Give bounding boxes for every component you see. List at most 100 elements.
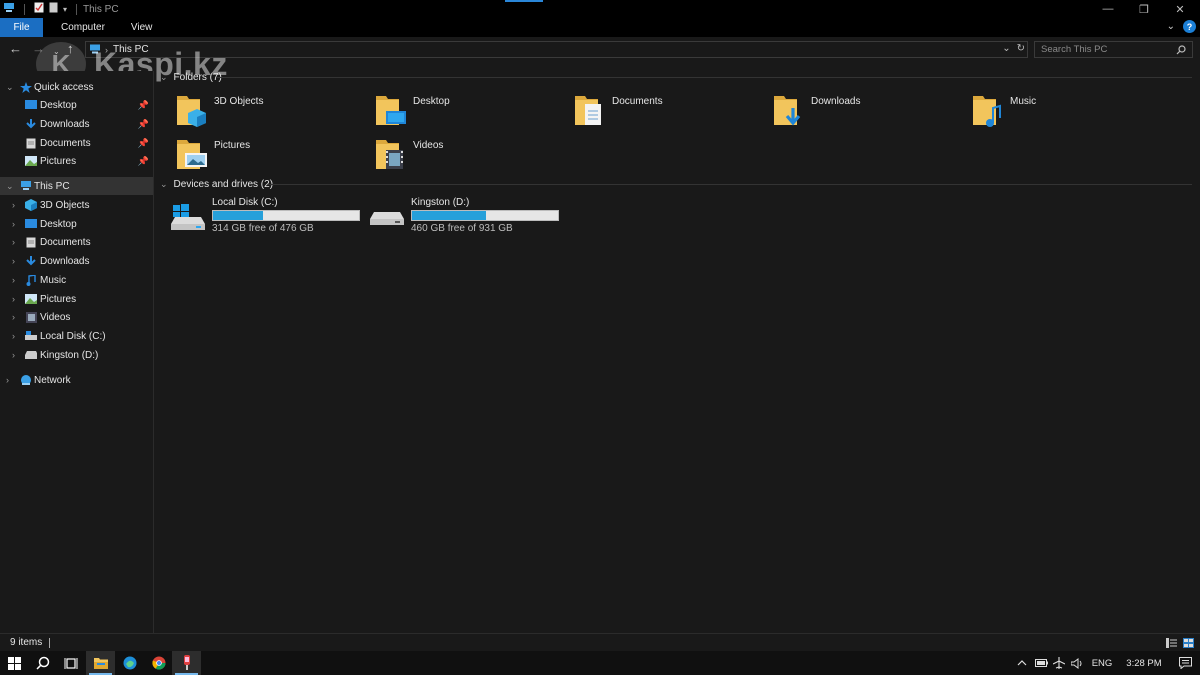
nav-videos[interactable]: › Videos bbox=[0, 308, 153, 326]
ribbon-tabs: File Computer View ⌄ ? bbox=[0, 18, 1200, 37]
edge-icon bbox=[123, 656, 136, 670]
nav-network[interactable]: › Network bbox=[0, 371, 153, 389]
desktop-icon bbox=[25, 219, 37, 230]
search-button[interactable] bbox=[28, 651, 57, 675]
folder-pictures[interactable]: Pictures bbox=[176, 138, 366, 178]
battery-icon[interactable] bbox=[1032, 659, 1050, 667]
pin-icon[interactable]: 📌 bbox=[138, 100, 149, 111]
downloads-folder-icon bbox=[774, 96, 801, 126]
3d-objects-folder-icon bbox=[177, 96, 206, 127]
task-view-button[interactable] bbox=[56, 651, 85, 675]
new-folder-icon[interactable] bbox=[49, 2, 58, 16]
nav-3d-objects[interactable]: › 3D Objects bbox=[0, 196, 153, 214]
nav-kingston-d[interactable]: › Kingston (D:) bbox=[0, 346, 153, 364]
folder-videos[interactable]: Videos bbox=[375, 138, 565, 178]
clock[interactable]: 3:28 PM bbox=[1118, 658, 1170, 669]
nav-documents[interactable]: › Documents bbox=[0, 233, 153, 251]
chevron-down-icon[interactable]: ⌄ bbox=[6, 82, 14, 93]
back-arrow-icon[interactable]: ← bbox=[9, 42, 22, 56]
search-box[interactable] bbox=[1034, 41, 1193, 58]
forward-arrow-icon[interactable]: → bbox=[32, 42, 45, 56]
airplane-mode-icon[interactable] bbox=[1050, 657, 1068, 669]
chevron-right-icon[interactable]: › bbox=[12, 275, 15, 285]
folder-documents[interactable]: Documents bbox=[574, 94, 764, 134]
file-explorer-window: ▾ This PC — ❐ ✕ File Computer View ⌄ ? ←… bbox=[0, 0, 1200, 651]
system-drive-icon bbox=[25, 331, 37, 342]
chevron-down-icon[interactable]: ⌄ bbox=[160, 72, 168, 83]
nav-quick-desktop[interactable]: Desktop 📌 bbox=[0, 96, 153, 114]
nav-quick-access[interactable]: ⌄ Quick access bbox=[0, 78, 153, 96]
drive-local-disk-c[interactable]: Local Disk (C:) 314 GB free of 476 GB bbox=[170, 197, 365, 237]
taskbar-chrome[interactable] bbox=[144, 651, 173, 675]
notifications-icon[interactable] bbox=[1170, 657, 1200, 669]
drives-group-header[interactable]: ⌄ Devices and drives (2) bbox=[160, 177, 273, 191]
chevron-right-icon[interactable]: › bbox=[12, 294, 15, 304]
nav-quick-documents[interactable]: Documents 📌 bbox=[0, 134, 153, 152]
running-app-icon bbox=[183, 655, 190, 670]
maximize-button[interactable]: ❐ bbox=[1126, 0, 1162, 18]
nav-desktop[interactable]: › Desktop bbox=[0, 215, 153, 233]
drive-kingston-d[interactable]: Kingston (D:) 460 GB free of 931 GB bbox=[369, 197, 564, 237]
search-input[interactable] bbox=[1035, 44, 1170, 55]
nav-quick-downloads[interactable]: Downloads 📌 bbox=[0, 115, 153, 133]
pin-icon[interactable]: 📌 bbox=[138, 119, 149, 130]
nav-pictures[interactable]: › Pictures bbox=[0, 290, 153, 308]
nav-local-disk-c[interactable]: › Local Disk (C:) bbox=[0, 327, 153, 345]
recent-locations-chevron-icon[interactable]: ⌄ bbox=[53, 45, 60, 59]
download-icon bbox=[25, 255, 37, 267]
expand-ribbon-chevron-icon[interactable]: ⌄ bbox=[1167, 21, 1175, 32]
nav-quick-pictures[interactable]: Pictures 📌 bbox=[0, 152, 153, 170]
chevron-down-icon[interactable]: ⌄ bbox=[160, 179, 168, 190]
folders-group-header[interactable]: ⌄ Folders (7) bbox=[160, 70, 222, 84]
nav-this-pc[interactable]: ⌄ This PC bbox=[0, 177, 153, 195]
folder-music[interactable]: Music bbox=[972, 94, 1162, 134]
network-icon bbox=[20, 374, 32, 386]
tray-chevron-up-icon[interactable] bbox=[1012, 660, 1032, 666]
taskbar-running-app[interactable] bbox=[172, 651, 201, 675]
folder-downloads[interactable]: Downloads bbox=[773, 94, 963, 134]
nav-downloads[interactable]: › Downloads bbox=[0, 252, 153, 270]
search-icon[interactable] bbox=[1176, 44, 1186, 58]
folder-3d-objects[interactable]: 3D Objects bbox=[176, 94, 366, 134]
properties-icon[interactable] bbox=[34, 2, 44, 16]
this-pc-icon[interactable] bbox=[3, 2, 15, 16]
chevron-right-icon[interactable]: › bbox=[12, 219, 15, 229]
refresh-icon[interactable]: ↻ bbox=[1017, 43, 1025, 54]
pin-icon[interactable]: 📌 bbox=[138, 156, 149, 167]
address-dropdown-icon[interactable]: ⌄ bbox=[1002, 43, 1010, 54]
pin-icon[interactable]: 📌 bbox=[138, 138, 149, 149]
close-button[interactable]: ✕ bbox=[1162, 0, 1198, 18]
taskbar-edge[interactable] bbox=[115, 651, 144, 675]
folder-desktop[interactable]: Desktop bbox=[375, 94, 565, 134]
chevron-right-icon[interactable]: › bbox=[12, 237, 15, 247]
videos-folder-icon bbox=[376, 140, 403, 169]
large-icons-view-icon[interactable] bbox=[1183, 637, 1194, 651]
chevron-right-icon[interactable]: › bbox=[12, 312, 15, 322]
up-arrow-icon[interactable]: ↑ bbox=[67, 42, 74, 56]
nav-music[interactable]: › Music bbox=[0, 271, 153, 289]
tab-file[interactable]: File bbox=[0, 18, 43, 37]
breadcrumb-chevron-icon[interactable]: › bbox=[105, 45, 108, 55]
minimize-button[interactable]: — bbox=[1090, 0, 1126, 18]
details-view-icon[interactable] bbox=[1166, 637, 1177, 651]
drive-usage-bar bbox=[411, 210, 559, 221]
chevron-right-icon[interactable]: › bbox=[12, 350, 15, 360]
taskbar-file-explorer[interactable] bbox=[86, 651, 115, 675]
start-button[interactable] bbox=[0, 651, 29, 675]
customize-toolbar-chevron-icon[interactable]: ▾ bbox=[63, 5, 67, 14]
music-folder-icon bbox=[973, 96, 1001, 127]
file-explorer-icon bbox=[93, 658, 108, 669]
music-icon bbox=[25, 274, 37, 286]
volume-icon[interactable] bbox=[1068, 657, 1086, 669]
chevron-down-icon[interactable]: ⌄ bbox=[6, 181, 14, 192]
chevron-right-icon[interactable]: › bbox=[12, 331, 15, 341]
address-bar[interactable]: › This PC ⌄ ↻ bbox=[85, 41, 1028, 58]
chevron-right-icon[interactable]: › bbox=[12, 256, 15, 266]
tab-view[interactable]: View bbox=[119, 18, 167, 37]
tab-computer[interactable]: Computer bbox=[47, 18, 119, 37]
chevron-right-icon[interactable]: › bbox=[12, 200, 15, 210]
input-language[interactable]: ENG bbox=[1086, 658, 1118, 669]
breadcrumb[interactable]: This PC bbox=[113, 44, 149, 55]
chevron-right-icon[interactable]: › bbox=[6, 375, 9, 385]
help-icon[interactable]: ? bbox=[1183, 20, 1196, 33]
